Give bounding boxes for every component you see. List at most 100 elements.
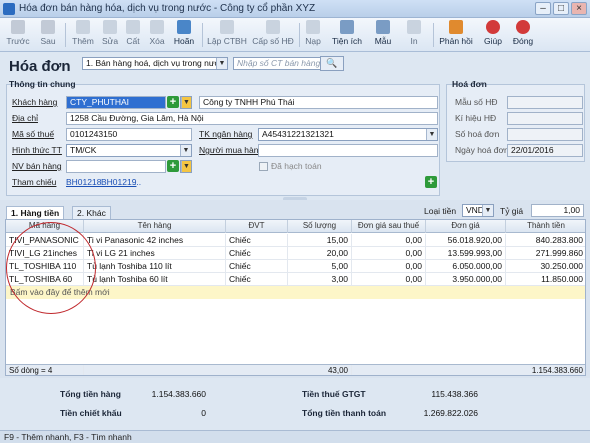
table-cell[interactable]: Tủ lạnh Toshiba 110 lít [84,260,226,273]
invoice-number-input[interactable] [507,128,583,141]
feedback-button[interactable]: Phản hồi [439,20,473,50]
edit-button[interactable]: Sửa [99,20,121,50]
minimize-button[interactable]: – [535,2,551,15]
grid-footer: Số dòng = 4 43,00 1.154.383.660 [6,364,585,375]
close-button[interactable]: Đóng [510,20,536,50]
postpone-button[interactable]: Hoãn [171,20,197,50]
payment-total-value: 1.269.822.026 [423,408,478,418]
payment-total-label: Tổng tiền thanh toán [302,408,387,418]
add-salesperson-button[interactable]: + [167,160,179,172]
table-cell[interactable]: Ti vi Panasonic 42 inches [84,234,226,247]
next-button[interactable]: Sau [35,20,61,50]
table-cell[interactable]: 0,00 [352,247,426,260]
chevron-down-icon: ▼ [426,129,437,140]
invoice-type-select[interactable]: 1. Bán hàng hoá, dịch vụ trong nước ▼ [82,57,228,70]
table-cell[interactable]: 0,00 [352,234,426,247]
payment-method-select[interactable]: TM/CK ▼ [66,144,192,157]
table-cell[interactable]: 840.283.800 [506,234,585,247]
prev-button[interactable]: Trước [4,20,32,50]
reference-link-1[interactable]: BH01218 [66,177,101,187]
goods-grid: Mã hàng Tên hàng ĐVT Số lượng Đơn giá sa… [5,219,586,376]
table-cell[interactable]: 30.250.000 [506,260,585,273]
load-button[interactable]: Nạp [302,20,324,50]
add-new-row[interactable]: Bấm vào đây để thêm mới [6,286,585,299]
delete-button[interactable]: Xóa [146,20,168,50]
undo-icon [177,20,191,34]
table-cell[interactable]: Ti vi LG 21 inches [84,247,226,260]
invoice-info-title: Hoá đơn [452,79,487,89]
table-cell[interactable]: 3,00 [288,273,352,286]
add-button[interactable]: Thêm [70,20,96,50]
col-price-after-tax[interactable]: Đơn giá sau thuế [352,220,426,233]
table-cell[interactable]: Tủ lạnh Toshiba 60 lít [84,273,226,286]
tab-other[interactable]: 2. Khác [72,206,111,220]
table-cell[interactable]: Chiếc [226,247,288,260]
reference-link-2[interactable]: BH01219 [101,177,136,187]
table-cell[interactable]: Chiếc [226,273,288,286]
customer-name-input[interactable]: Công ty TNHH Phú Thái [199,96,438,109]
col-quantity[interactable]: Số lượng [288,220,352,233]
address-input[interactable]: 1258 Cầu Đường, Gia Lâm, Hà Nội [66,112,438,125]
maximize-button[interactable]: □ [553,2,569,15]
assign-invoice-number-button[interactable]: Cấp số HĐ [251,20,295,50]
invoice-date-input[interactable]: 22/01/2016 [507,144,583,157]
add-customer-button[interactable]: + [167,96,179,108]
table-row[interactable]: TIVI_PANASONIC Ti vi Panasonic 42 inches C… [6,234,585,247]
total-goods-value: 1.154.383.660 [151,389,206,399]
form-number-input[interactable] [507,96,583,109]
discount-value: 0 [201,408,206,418]
table-cell[interactable]: 0,00 [352,260,426,273]
salesperson-dropdown[interactable]: ▼ [180,160,192,173]
total-quantity: 43,00 [288,365,352,375]
bank-account-select[interactable]: A45431221321321 ▼ [258,128,438,141]
create-sales-voucher-button[interactable]: Lập CTBH [207,20,247,50]
table-cell[interactable]: 5,00 [288,260,352,273]
exchange-rate-input[interactable]: 1,00 [531,204,584,217]
col-unit-price[interactable]: Đơn giá [426,220,506,233]
table-cell[interactable]: 6.050.000,00 [426,260,506,273]
table-cell[interactable]: 3.950.000,00 [426,273,506,286]
chevron-down-icon: ▼ [181,161,191,172]
help-button[interactable]: Giúp [481,20,505,50]
table-cell[interactable]: 56.018.920,00 [426,234,506,247]
table-cell[interactable]: 11.850.000 [506,273,585,286]
add-icon [76,20,90,34]
reference-more-link[interactable]: ... [134,177,141,187]
voucher-search-input[interactable]: Nhập số CT bán hàng [233,57,333,70]
invoice-symbol-input[interactable] [507,112,583,125]
utilities-button[interactable]: Tiện ích [330,20,364,50]
tax-code-input[interactable]: 0101243150 [66,128,192,141]
accounted-checkbox[interactable] [259,162,268,171]
table-cell[interactable]: 20,00 [288,247,352,260]
table-cell[interactable]: 15,00 [288,234,352,247]
col-amount[interactable]: Thành tiền [506,220,585,233]
template-button[interactable]: Mẫu [370,20,396,50]
bank-account-label: TK ngân hàng [199,129,253,139]
discount-label: Tiền chiết khấu [60,408,122,418]
toolbar: Trước Sau Thêm Sửa Cất Xóa Hoãn Lập CTBH… [0,18,590,52]
save-button[interactable]: Cất [123,20,143,50]
customer-label[interactable]: Khách hàng [12,97,57,107]
arrow-left-icon [11,20,25,34]
close-window-button[interactable]: × [571,2,587,15]
add-reference-button[interactable]: + [425,176,437,188]
table-cell[interactable]: Chiếc [226,234,288,247]
col-unit[interactable]: ĐVT [226,220,288,233]
search-button[interactable]: 🔍 [320,56,344,71]
tab-goods-money[interactable]: 1. Hàng tiền [6,206,65,220]
table-cell[interactable]: Chiếc [226,260,288,273]
col-item-name[interactable]: Tên hàng [84,220,226,233]
buyer-input[interactable] [258,144,438,157]
number-icon [266,20,280,34]
table-cell[interactable]: 271.999.860 [506,247,585,260]
customer-dropdown[interactable]: ▼ [180,96,192,109]
customer-code-input[interactable]: CTY_PHUTHAI [66,96,166,109]
print-button[interactable]: In [404,20,424,50]
salesperson-input[interactable] [66,160,166,173]
vat-label: Tiền thuế GTGT [302,389,366,399]
plus-icon: + [169,96,177,108]
invoice-date-label: Ngày hoá đơn [455,145,509,155]
currency-select[interactable]: VND ▼ [462,204,494,217]
table-cell[interactable]: 0,00 [352,273,426,286]
table-cell[interactable]: 13.599.993,00 [426,247,506,260]
